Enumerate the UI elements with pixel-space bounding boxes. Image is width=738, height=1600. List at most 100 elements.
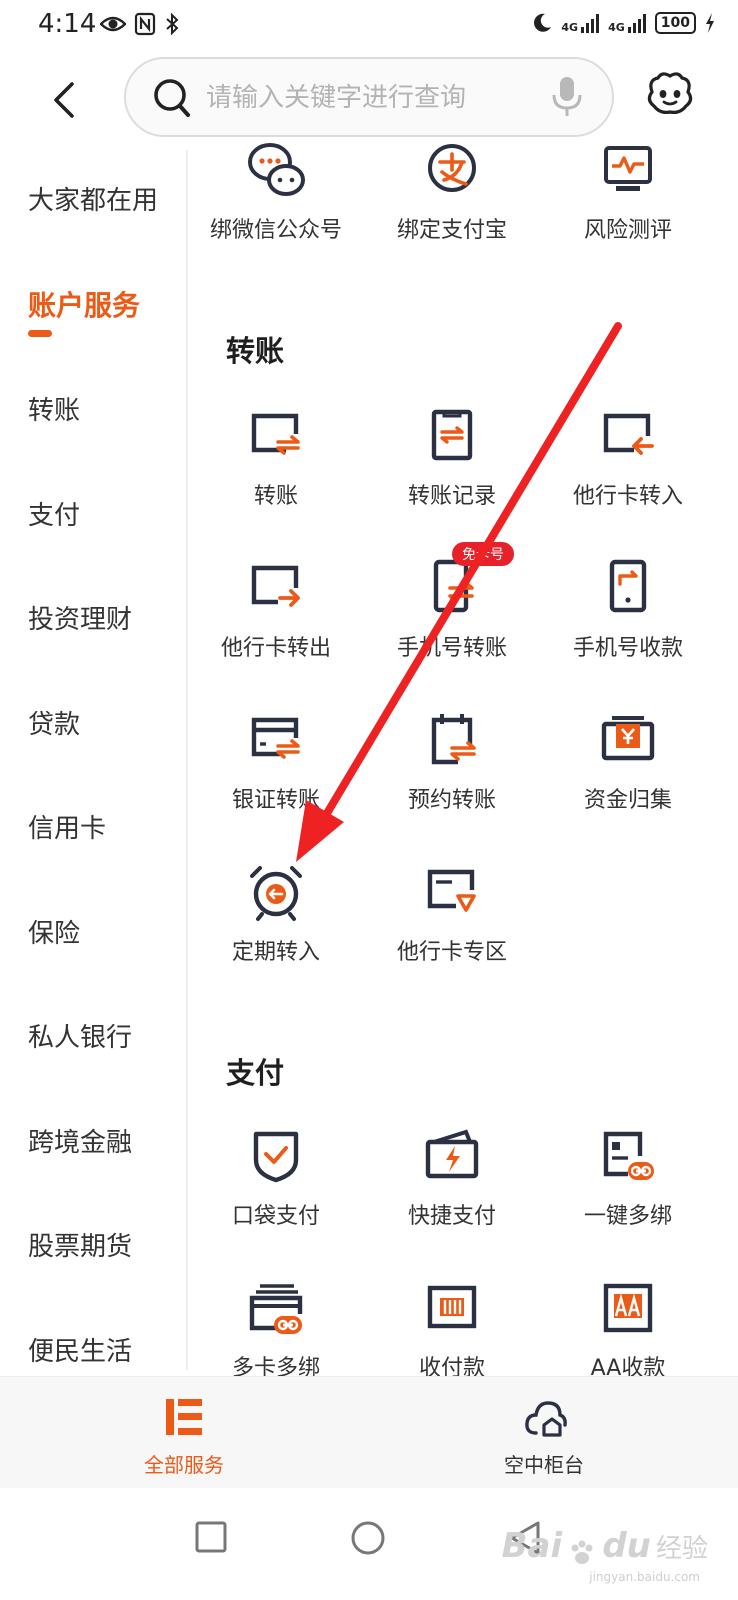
back-button[interactable] (44, 76, 84, 124)
sidebar-item-insurance[interactable]: 保险 (28, 913, 80, 950)
sidebar-item-transfer[interactable]: 转账 (28, 390, 80, 427)
alarm-clock-icon (250, 866, 302, 921)
phone-transfer-icon (433, 559, 474, 613)
service-label: 风险测评 (583, 218, 672, 243)
service-one-key-bind[interactable]: 一键多绑 (540, 1126, 716, 1256)
bluetooth-icon (166, 12, 179, 36)
category-sidebar: 大家都在用 账户服务 转账 支付 投资理财 贷款 信用卡 保险 私人银行 跨境金… (0, 150, 186, 1400)
home-icon[interactable] (350, 1520, 386, 1556)
service-phone-receive[interactable]: 手机号收款 (540, 558, 716, 688)
service-phone-transfer[interactable]: 手机号转账 免卡号 (364, 542, 540, 688)
recents-icon[interactable] (194, 1520, 228, 1554)
service-bank-securities[interactable]: 银证转账 (188, 710, 364, 840)
sidebar-item-investment[interactable]: 投资理财 (28, 599, 132, 636)
bottom-tab-bar: 全部服务 空中柜台 (0, 1376, 738, 1488)
one-key-bind-icon (603, 1131, 654, 1180)
sidebar-item-payment[interactable]: 支付 (28, 495, 80, 532)
sidebar-item-stocks-futures[interactable]: 股票期货 (28, 1226, 132, 1263)
service-label: 多卡多绑 (231, 1356, 320, 1376)
bank-securities-icon (251, 717, 300, 759)
service-fund-collection[interactable]: 资金归集 (540, 710, 716, 840)
sidebar-item-loans[interactable]: 贷款 (28, 704, 80, 741)
tab-air-counter[interactable]: 空中柜台 (464, 1391, 624, 1481)
sidebar-item-daily-life[interactable]: 便民生活 (28, 1331, 132, 1368)
phone-receive-icon (609, 559, 647, 613)
sidebar-item-credit-card[interactable]: 信用卡 (28, 808, 106, 845)
robot-assistant-button[interactable] (644, 72, 696, 120)
service-alipay-bind[interactable]: 绑定支付宝 (364, 140, 540, 270)
alipay-icon (428, 144, 476, 192)
tab-all-services[interactable]: 全部服务 (104, 1391, 264, 1481)
service-transfer[interactable]: 转账 (188, 406, 364, 536)
barcode-icon (427, 1285, 477, 1329)
watermark-brand: Bai (501, 1526, 563, 1566)
sidebar-item-popular[interactable]: 大家都在用 (28, 180, 158, 217)
service-label: 手机号转账 (396, 636, 507, 661)
transfer-icon (251, 413, 300, 455)
service-wechat-bind[interactable]: 绑微信公众号 (188, 140, 364, 270)
other-card-zone-icon (427, 869, 476, 912)
service-label: 绑微信公众号 (209, 218, 342, 243)
service-transfer-record[interactable]: 转账记录 (364, 406, 540, 536)
services-content: 绑微信公众号 绑定支付宝 风险测评 转账 转账 转账记录 他行卡转入 他行卡转出… (188, 140, 738, 1376)
baidu-watermark: Bai du 经验 (502, 1526, 708, 1568)
service-label: AA收款 (590, 1356, 666, 1376)
service-label: 他行卡专区 (396, 940, 507, 965)
service-risk-assessment[interactable]: 风险测评 (540, 140, 716, 270)
service-label: 预约转账 (407, 788, 496, 813)
header (0, 50, 738, 150)
active-indicator (28, 330, 52, 337)
nfc-icon (134, 12, 156, 36)
other-card-out-icon (251, 565, 300, 607)
service-fixed-deposit-in[interactable]: 定期转入 (188, 862, 364, 992)
service-pocket-pay[interactable]: 口袋支付 (188, 1126, 364, 1256)
cloud-home-icon (525, 1401, 567, 1437)
service-label: 定期转入 (231, 940, 320, 965)
aa-receive-icon (603, 1283, 653, 1333)
service-label: 他行卡转入 (572, 484, 683, 509)
search-input[interactable] (206, 77, 536, 119)
all-services-icon (166, 1399, 202, 1435)
chevron-left-icon (54, 82, 74, 118)
signal-2: 4G (608, 13, 647, 33)
sidebar-item-account-services[interactable]: 账户服务 (28, 284, 140, 324)
sidebar-item-private-banking[interactable]: 私人银行 (28, 1017, 132, 1054)
service-label: 他行卡转出 (220, 636, 331, 661)
status-time: 4:14 (38, 9, 97, 39)
search-icon (154, 79, 190, 117)
watermark-url: jingyan.baidu.com (589, 1570, 700, 1584)
service-receive-pay[interactable]: 收付款 (364, 1278, 540, 1376)
network-label-2: 4G (608, 21, 625, 34)
service-multi-card-bind[interactable]: 多卡多绑 (188, 1278, 364, 1376)
service-other-card-in[interactable]: 他行卡转入 (540, 406, 716, 536)
page: 4:14 4G 4G 100 请输入关键字进行查询 大家都在用 账户服务 转账 … (0, 0, 738, 1600)
service-label: 收付款 (418, 1356, 485, 1376)
service-label: 一键多绑 (583, 1204, 672, 1229)
service-aa-receive[interactable]: AA收款 (540, 1278, 716, 1376)
service-label: 银证转账 (231, 788, 320, 813)
service-label: 转账记录 (407, 484, 496, 509)
service-other-card-out[interactable]: 他行卡转出 (188, 558, 364, 688)
robot-assistant-icon (647, 72, 693, 114)
section-title-payment: 支付 (226, 1056, 285, 1090)
service-quick-pay[interactable]: 快捷支付 (364, 1126, 540, 1256)
battery-indicator: 100 (654, 12, 696, 34)
service-label: 资金归集 (583, 788, 672, 813)
service-label: 手机号收款 (572, 636, 683, 661)
signal-bars-icon (627, 14, 646, 33)
sidebar-item-cross-border[interactable]: 跨境金融 (28, 1122, 132, 1159)
service-scheduled-transfer[interactable]: 预约转账 (364, 710, 540, 840)
status-right-icons: 4G 4G 100 (531, 12, 716, 34)
tab-label: 全部服务 (144, 1453, 224, 1477)
network-label-1: 4G (561, 21, 579, 34)
paw-icon (571, 1540, 593, 1564)
microphone-icon[interactable] (550, 75, 584, 119)
watermark-brand-2: du (602, 1526, 651, 1566)
signal-1: 4G (561, 13, 600, 33)
section-title-transfer: 转账 (226, 334, 285, 368)
quick-pay-icon (425, 1129, 479, 1179)
search-box[interactable] (124, 57, 614, 137)
service-other-card-zone[interactable]: 他行卡专区 (364, 862, 540, 992)
status-left-icons (100, 12, 180, 36)
service-label: 转账 (253, 484, 298, 509)
